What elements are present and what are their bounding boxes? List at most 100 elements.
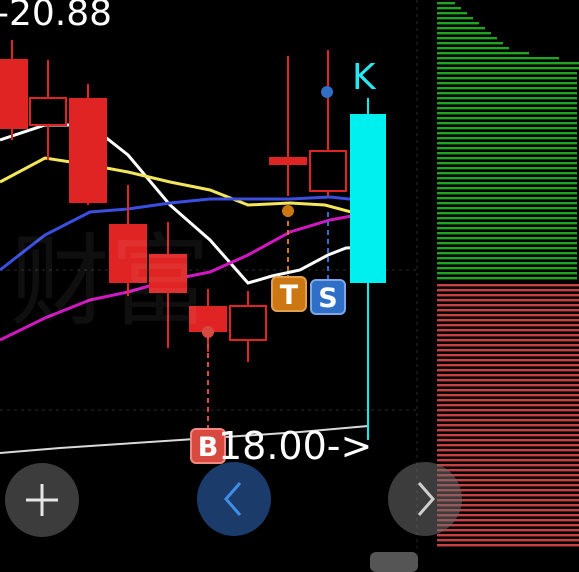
depth-bar-green (437, 17, 473, 20)
depth-bar-red (437, 344, 579, 347)
depth-bar-red (437, 409, 579, 412)
depth-bar-green (437, 272, 577, 275)
depth-bar-red (437, 439, 579, 442)
zoom-in-button[interactable] (5, 463, 79, 537)
depth-bar-red (437, 474, 579, 477)
depth-bar-green (437, 87, 577, 90)
depth-bar-green (437, 187, 577, 190)
depth-bar-red (437, 324, 579, 327)
depth-bar-red (437, 449, 579, 452)
depth-bar-red (437, 424, 579, 427)
depth-bar-green (437, 27, 485, 30)
depth-bar-red (437, 414, 579, 417)
depth-bar-green (437, 97, 577, 100)
depth-bar-red (437, 444, 579, 447)
depth-bar-green (437, 237, 577, 240)
depth-bar-green (437, 57, 559, 60)
previous-button[interactable] (197, 462, 271, 536)
depth-bar-green (437, 77, 577, 80)
depth-bar-red (437, 434, 579, 437)
depth-bar-red (437, 329, 579, 332)
depth-bar-red (437, 364, 579, 367)
depth-bar-red (437, 359, 579, 362)
depth-bar-green (437, 182, 577, 185)
depth-bar-green (437, 92, 577, 95)
chevron-left-icon (224, 482, 242, 516)
depth-bar-red (437, 399, 579, 402)
depth-bar-green (437, 212, 577, 215)
depth-bars-green (437, 2, 579, 280)
depth-bar-green (437, 147, 577, 150)
depth-bar-red (437, 459, 579, 462)
depth-bar-green (437, 132, 577, 135)
depth-bar-green (437, 222, 577, 225)
depth-bar-green (437, 242, 577, 245)
depth-bar-green (437, 192, 577, 195)
depth-bar-green (437, 277, 577, 280)
depth-bar-green (437, 262, 577, 265)
depth-bar-red (437, 314, 579, 317)
depth-bar-red (437, 334, 579, 337)
depth-bar-red (437, 289, 579, 292)
depth-bar-green (437, 202, 577, 205)
depth-bar-green (437, 47, 509, 50)
depth-bar-red (437, 479, 579, 482)
watermark: 财富 (10, 223, 210, 340)
toolbar-pill[interactable] (370, 552, 418, 572)
marker-t-badge[interactable]: T (271, 276, 307, 312)
depth-bar-green (437, 7, 461, 10)
depth-bar-red (437, 319, 579, 322)
candle-body (269, 157, 307, 165)
depth-bar-green (437, 257, 577, 260)
depth-bar-green (437, 207, 577, 210)
depth-bar-green (437, 22, 479, 25)
depth-bar-green (437, 32, 491, 35)
depth-bar-red (437, 394, 579, 397)
candle-body (0, 59, 28, 129)
depth-bar-green (437, 52, 529, 55)
price-label: -20.88 (0, 0, 113, 34)
depth-bar-green (437, 247, 577, 250)
signal-dot-s (321, 86, 333, 98)
depth-bar-green (437, 232, 577, 235)
depth-bar-green (437, 162, 577, 165)
plus-icon (26, 484, 58, 516)
depth-bar-red (437, 539, 579, 542)
depth-bar-green (437, 172, 577, 175)
depth-bar-red (437, 384, 579, 387)
depth-bar-green (437, 122, 577, 125)
depth-bar-red (437, 389, 579, 392)
depth-bar-red (437, 379, 579, 382)
bottom-toolbar (0, 548, 420, 569)
depth-bar-red (437, 544, 579, 547)
marker-s-badge[interactable]: S (310, 279, 346, 315)
depth-bar-green (437, 227, 577, 230)
depth-bar-green (437, 62, 579, 65)
depth-bar-green (437, 2, 455, 5)
depth-bar-red (437, 464, 579, 467)
depth-bar-green (437, 112, 577, 115)
depth-bar-red (437, 419, 579, 422)
depth-bar-red (437, 284, 579, 287)
depth-bar-red (437, 294, 579, 297)
depth-bar-red (437, 304, 579, 307)
depth-bar-green (437, 117, 577, 120)
candle-body (350, 114, 386, 283)
depth-bar-green (437, 137, 577, 140)
depth-bar-red (437, 534, 579, 537)
next-button[interactable] (388, 462, 462, 536)
depth-bar-green (437, 157, 577, 160)
depth-bar-green (437, 152, 577, 155)
depth-bar-green (437, 217, 577, 220)
depth-bar-green (437, 107, 577, 110)
signal-dot-t (282, 205, 294, 217)
depth-bar-red (437, 429, 579, 432)
depth-bar-green (437, 252, 577, 255)
depth-bar-green (437, 42, 503, 45)
depth-bar-red (437, 339, 579, 342)
depth-bar-green (437, 167, 577, 170)
depth-bar-green (437, 67, 579, 70)
depth-bar-red (437, 354, 579, 357)
depth-bar-red (437, 469, 579, 472)
depth-bar-green (437, 82, 577, 85)
